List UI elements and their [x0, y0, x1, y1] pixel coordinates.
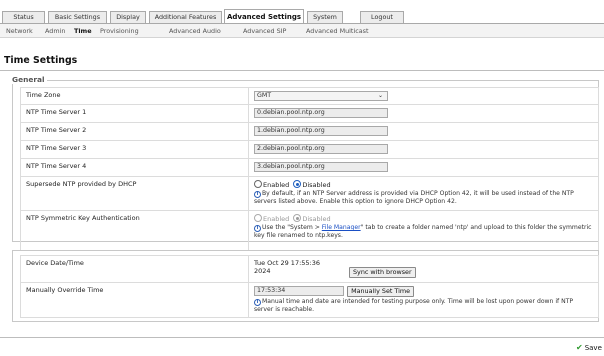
tab-basic-settings[interactable]: Basic Settings [48, 11, 107, 23]
symkey-note-pre: Use the "System > [262, 224, 322, 231]
footer-divider [0, 337, 604, 338]
manual-override-cell: 17:53:34 Manually Set Time i Manual time … [248, 282, 599, 318]
device-datetime-cell: Tue Oct 29 17:55:36 2024 Sync with browse… [248, 255, 599, 283]
ntp-server-2-label: NTP Time Server 2 [20, 122, 249, 141]
symmetric-key-label: NTP Symmetric Key Authentication [20, 210, 249, 251]
symkey-disabled-label: Disabled [302, 215, 331, 223]
title-divider [0, 70, 604, 71]
table-row: NTP Time Server 4 3.debian.pool.ntp.org [20, 158, 599, 177]
top-tab-bar: Status Basic Settings Display Additional… [0, 0, 604, 24]
ntp-server-3-cell: 2.debian.pool.ntp.org [248, 140, 599, 159]
subnav-advanced-multicast[interactable]: Advanced Multicast [306, 26, 368, 36]
ntp-server-2-input[interactable]: 1.debian.pool.ntp.org [254, 126, 388, 136]
checkmark-icon: ✔ [576, 343, 583, 352]
manual-override-label: Manually Override Time [20, 282, 249, 318]
tab-advanced-settings[interactable]: Advanced Settings [224, 9, 304, 24]
symkey-enabled-label: Enabled [263, 215, 290, 223]
table-row: NTP Time Server 3 2.debian.pool.ntp.org [20, 140, 599, 159]
ntp-server-3-label: NTP Time Server 3 [20, 140, 249, 159]
device-datetime-line1: Tue Oct 29 17:55:36 [254, 259, 321, 267]
table-row: NTP Symmetric Key Authentication Enabled… [20, 210, 599, 251]
tab-additional-features[interactable]: Additional Features [149, 11, 222, 23]
file-manager-link[interactable]: File Manager [322, 224, 361, 231]
general-legend: General [10, 75, 47, 84]
supersede-ntp-cell: Enabled Disabled i By default, if an NTP … [248, 176, 599, 211]
subnav-advanced-sip[interactable]: Advanced SIP [243, 26, 286, 36]
symkey-disabled-radio[interactable] [293, 214, 302, 222]
info-icon: i [254, 225, 261, 232]
subnav-network[interactable]: Network [6, 26, 33, 36]
ntp-server-2-cell: 1.debian.pool.ntp.org [248, 122, 599, 141]
manually-set-time-button[interactable]: Manually Set Time [347, 286, 415, 297]
subnav-time[interactable]: Time [74, 26, 92, 36]
table-row: Manually Override Time 17:53:34 Manually… [20, 282, 599, 318]
info-icon: i [254, 299, 261, 306]
supersede-ntp-label: Supersede NTP provided by DHCP [20, 176, 249, 211]
time-zone-label: Time Zone [20, 87, 249, 105]
tab-logout[interactable]: Logout [360, 11, 404, 23]
manual-override-note: Manual time and date are intended for te… [254, 298, 574, 313]
ntp-server-1-label: NTP Time Server 1 [20, 104, 249, 123]
symmetric-key-cell: Enabled Disabled i Use the "System > File… [248, 210, 599, 251]
subnav-advanced-audio[interactable]: Advanced Audio [169, 26, 221, 36]
supersede-disabled-label: Disabled [302, 181, 331, 189]
tab-display[interactable]: Display [110, 11, 146, 23]
manual-time-input[interactable]: 17:53:34 [254, 286, 344, 296]
ntp-server-4-label: NTP Time Server 4 [20, 158, 249, 177]
ntp-server-4-input[interactable]: 3.debian.pool.ntp.org [254, 162, 388, 172]
device-datetime-line2: 2024 [254, 267, 271, 275]
save-label: Save [584, 344, 602, 352]
chevron-down-icon: ⌄ [377, 92, 383, 99]
table-row: Device Date/Time Tue Oct 29 17:55:36 202… [20, 255, 599, 283]
supersede-note: By default, if an NTP Server address is … [254, 190, 574, 205]
sub-navigation: Network Admin Time Provisioning Advanced… [0, 24, 604, 38]
ntp-server-3-input[interactable]: 2.debian.pool.ntp.org [254, 144, 388, 154]
ntp-server-4-cell: 3.debian.pool.ntp.org [248, 158, 599, 177]
time-zone-cell: GMT ⌄ [248, 87, 599, 105]
symkey-enabled-radio[interactable] [254, 214, 262, 222]
supersede-enabled-label: Enabled [263, 181, 290, 189]
device-datetime-label: Device Date/Time [20, 255, 249, 283]
sync-with-browser-button[interactable]: Sync with browser [349, 267, 416, 278]
ntp-server-1-cell: 0.debian.pool.ntp.org [248, 104, 599, 123]
table-row: NTP Time Server 1 0.debian.pool.ntp.org [20, 104, 599, 123]
supersede-disabled-radio[interactable] [293, 180, 302, 188]
subnav-admin[interactable]: Admin [45, 26, 65, 36]
info-icon: i [254, 191, 261, 198]
time-zone-select[interactable]: GMT ⌄ [254, 91, 388, 101]
table-row: Time Zone GMT ⌄ [20, 87, 599, 105]
table-row: Supersede NTP provided by DHCP Enabled D… [20, 176, 599, 211]
tab-status[interactable]: Status [2, 11, 45, 23]
supersede-enabled-radio[interactable] [254, 180, 262, 188]
save-button[interactable]: ✔ Save [576, 343, 602, 353]
general-settings-table: Time Zone GMT ⌄ NTP Time Server 1 0.debi… [20, 87, 599, 251]
time-zone-value: GMT [257, 92, 272, 99]
device-time-table: Device Date/Time Tue Oct 29 17:55:36 202… [20, 255, 599, 318]
table-row: NTP Time Server 2 1.debian.pool.ntp.org [20, 122, 599, 141]
tab-system[interactable]: System [307, 11, 343, 23]
subnav-provisioning[interactable]: Provisioning [100, 26, 139, 36]
ntp-server-1-input[interactable]: 0.debian.pool.ntp.org [254, 108, 388, 118]
page-title: Time Settings [4, 55, 78, 66]
